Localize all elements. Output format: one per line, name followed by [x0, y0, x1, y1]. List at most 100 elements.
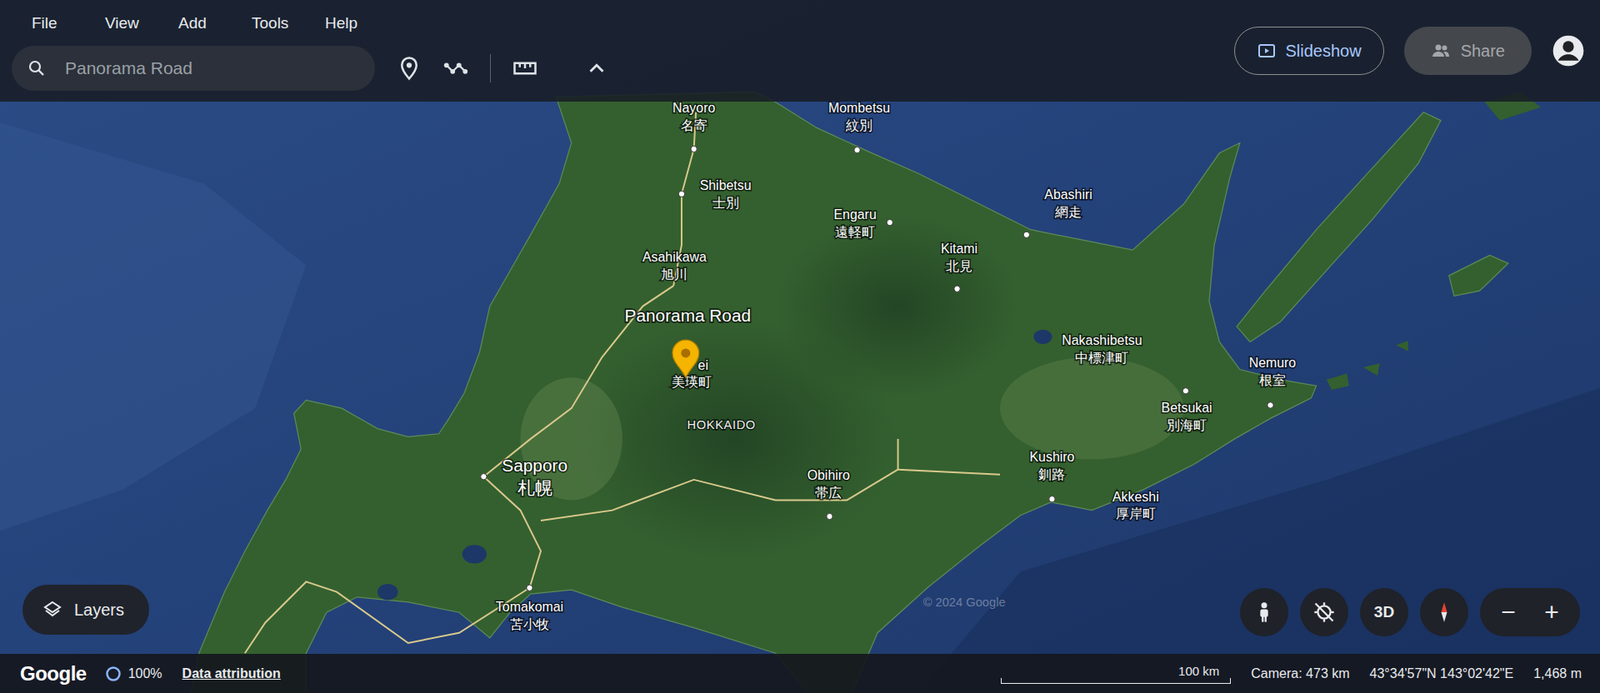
menu-item[interactable]: View: [105, 10, 179, 36]
data-attribution-link[interactable]: Data attribution: [182, 666, 281, 682]
zoom-controls: − +: [1480, 588, 1580, 637]
map-canvas[interactable]: © 2024 Google HOKKAIDO Panorama Road Nayoro…: [0, 0, 1600, 693]
city-dot: [480, 474, 487, 480]
city-native-label[interactable]: 別海町: [1166, 418, 1207, 433]
city-native-label[interactable]: 紋別: [845, 118, 873, 133]
city-native-label[interactable]: 旭川: [660, 267, 688, 282]
city-native-label[interactable]: 根室: [1259, 373, 1286, 388]
shikotan-island: [1449, 255, 1509, 296]
lake: [462, 545, 487, 564]
google-logo: Google: [20, 662, 87, 686]
city-label[interactable]: Asahikawa: [642, 250, 707, 265]
pin-shape: [672, 340, 700, 378]
islets: [1326, 340, 1409, 390]
road: [245, 581, 530, 654]
zoom-out-button[interactable]: −: [1486, 588, 1530, 637]
kunashir-island: [1236, 112, 1441, 343]
zoom-in-button[interactable]: +: [1530, 588, 1574, 637]
city-label[interactable]: Abashiri: [1044, 187, 1092, 202]
pegman-icon: [1252, 600, 1276, 625]
scale-line: [1000, 678, 1231, 685]
city-label[interactable]: Nemuro: [1249, 355, 1297, 370]
menu-item[interactable]: Help: [325, 10, 399, 36]
city-label[interactable]: Shibetsu: [700, 178, 752, 193]
camera-altitude: Camera: 473 km: [1250, 666, 1350, 682]
compass-button[interactable]: [1420, 588, 1469, 637]
ruler-icon[interactable]: [512, 55, 538, 81]
sea-ridge: [0, 122, 306, 531]
city-native-label[interactable]: 名寄: [680, 118, 708, 133]
place-label[interactable]: Panorama Road: [625, 305, 752, 325]
city-label[interactable]: Nakashibetsu: [1061, 333, 1142, 348]
layers-label: Layers: [74, 600, 125, 620]
map-controls: 3D − +: [1240, 588, 1580, 637]
city-native-label[interactable]: 士別: [712, 195, 740, 210]
top-right: Slideshow Share: [1234, 26, 1589, 75]
top-bar: FileViewAddToolsHelp Panorama Road Slide…: [0, 0, 1600, 102]
layers-icon: [42, 600, 63, 620]
city-dot: [954, 285, 960, 292]
loading-indicator: 100%: [105, 665, 163, 683]
city-label[interactable]: Betsukai: [1161, 400, 1213, 415]
coordinates: 43°34'57"N 143°02'42"E: [1370, 666, 1515, 682]
plain: [1000, 357, 1184, 460]
city-native-label[interactable]: 北見: [945, 259, 973, 274]
search-value[interactable]: Panorama Road: [65, 58, 193, 79]
view-mode-button[interactable]: 3D: [1360, 588, 1409, 637]
city-native-label[interactable]: 網走: [1054, 205, 1082, 220]
collapse-chevron-icon[interactable]: [584, 55, 610, 81]
share-label: Share: [1460, 41, 1505, 61]
city-label[interactable]: Kushiro: [1029, 450, 1075, 465]
lake: [377, 584, 398, 601]
add-placemark-icon[interactable]: [396, 55, 422, 81]
city-label[interactable]: ei: [698, 358, 709, 373]
city-native-label[interactable]: 中標津町: [1075, 350, 1129, 365]
city-native-label[interactable]: 帯広: [815, 485, 842, 500]
slideshow-button[interactable]: Slideshow: [1234, 26, 1384, 75]
city-label[interactable]: Nayoro: [672, 100, 715, 115]
watermark: © 2024 Google: [923, 595, 1006, 610]
compass-icon: [1432, 600, 1456, 625]
status-left: Google 100% Data attribution: [20, 662, 281, 686]
place-pin-icon[interactable]: [672, 340, 700, 378]
tool-row: Panorama Road: [11, 45, 610, 91]
city-native-label[interactable]: 遠軽町: [835, 225, 875, 240]
city-native-label[interactable]: 厚岸町: [1115, 506, 1156, 521]
city-native-label[interactable]: 美瑛町: [671, 375, 712, 390]
menu-item[interactable]: Tools: [251, 10, 325, 36]
city-dot: [1182, 388, 1189, 395]
menu-item[interactable]: File: [31, 10, 105, 36]
city-dot: [690, 145, 697, 152]
lake: [1033, 330, 1052, 345]
city-label[interactable]: Sapporo: [501, 455, 568, 475]
search-field[interactable]: Panorama Road: [11, 45, 375, 91]
city-native-label[interactable]: 釧路: [1038, 467, 1065, 482]
road: [898, 470, 1000, 475]
account-icon[interactable]: [1551, 34, 1585, 68]
map[interactable]: © 2024 Google HOKKAIDO Panorama Road Nayoro…: [0, 0, 1600, 693]
draw-path-icon[interactable]: [443, 55, 469, 81]
layers-button[interactable]: Layers: [22, 585, 150, 635]
share-button[interactable]: Share: [1404, 26, 1532, 75]
city-label[interactable]: Tomakomai: [495, 600, 564, 615]
city-native-label[interactable]: 札幌: [517, 478, 553, 498]
city-label[interactable]: Mombetsu: [828, 100, 890, 115]
city-label[interactable]: Obihiro: [807, 468, 850, 483]
city-dot: [526, 585, 533, 591]
status-bar: Google 100% Data attribution 100 km Came…: [0, 654, 1600, 693]
my-location-button[interactable]: [1300, 588, 1349, 637]
status-right: 100 km Camera: 473 km 43°34'57"N 143°02'…: [1000, 663, 1582, 685]
street-view-button[interactable]: [1240, 588, 1289, 637]
mountains: [775, 214, 1021, 399]
city-label[interactable]: Akkeshi: [1112, 490, 1160, 505]
menu-item[interactable]: Add: [178, 10, 252, 36]
location-off-icon: [1312, 600, 1336, 625]
region-label: HOKKAIDO: [687, 418, 756, 432]
roads: [245, 112, 1000, 654]
city-dot: [886, 219, 893, 225]
city-label[interactable]: Kitami: [940, 241, 978, 256]
city-native-label[interactable]: 苫小牧: [510, 617, 550, 632]
city-dot: [826, 513, 833, 520]
city-label[interactable]: Engaru: [833, 207, 876, 222]
city-dot: [854, 146, 860, 153]
